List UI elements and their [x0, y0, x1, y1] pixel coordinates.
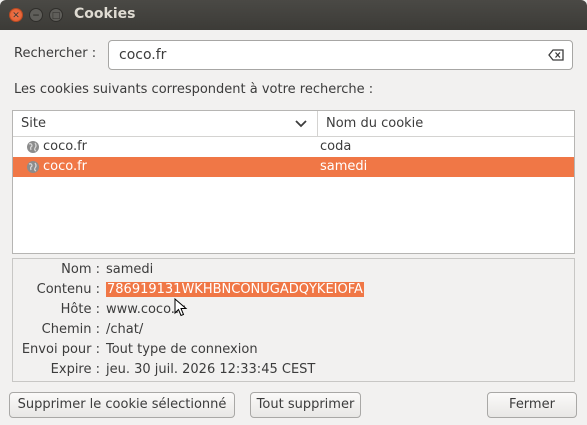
detail-content-label: Contenu : [36, 282, 100, 297]
detail-name-label: Nom : [61, 262, 100, 277]
globe-icon [27, 141, 39, 153]
detail-send-label: Envoi pour : [21, 342, 100, 357]
search-input[interactable]: coco.fr [108, 40, 573, 70]
maximize-window-icon[interactable]: □ [49, 8, 63, 22]
cookie-site: coco.fr [43, 139, 88, 154]
table-row-selected[interactable]: coco.fr samedi [13, 157, 574, 177]
title-bar: ✕ − □ Cookies [0, 0, 587, 30]
detail-expires-label: Expire : [50, 362, 100, 377]
column-header-site[interactable]: Site [21, 116, 46, 131]
table-header: Site Nom du cookie [13, 111, 574, 137]
detail-name-value[interactable]: samedi [106, 262, 153, 277]
cookie-details-panel: Nom : samedi Contenu : 786919131WKHBNCON… [12, 258, 575, 382]
detail-expires-value[interactable]: jeu. 30 juil. 2026 12:33:45 CEST [106, 362, 315, 377]
search-value: coco.fr [119, 47, 167, 63]
remove-all-cookies-button[interactable]: Tout supprimer [250, 392, 361, 418]
column-header-cookie-name[interactable]: Nom du cookie [326, 116, 423, 131]
window-title: Cookies [74, 6, 136, 22]
detail-send-value[interactable]: Tout type de connexion [106, 342, 258, 357]
cookie-name: coda [320, 139, 352, 154]
close-window-icon[interactable]: ✕ [9, 8, 23, 22]
clear-search-icon[interactable] [548, 49, 564, 61]
globe-icon [27, 161, 39, 173]
table-row[interactable]: coco.fr coda [13, 137, 574, 157]
close-button[interactable]: Fermer [487, 392, 577, 418]
detail-host-label: Hôte : [60, 302, 100, 317]
cookie-site: coco.fr [43, 159, 88, 174]
search-label: Rechercher : [14, 46, 97, 61]
results-description: Les cookies suivants correspondent à vot… [14, 82, 374, 97]
minimize-window-icon[interactable]: − [29, 8, 43, 22]
cookie-name: samedi [320, 159, 368, 174]
column-divider [317, 111, 318, 137]
detail-content-value[interactable]: 786919131WKHBNCONUGADQYKEIOFA [106, 282, 364, 297]
mouse-cursor-icon [174, 298, 188, 317]
detail-path-value[interactable]: /chat/ [106, 322, 143, 337]
cookie-table[interactable]: Site Nom du cookie coco.fr coda coco.fr … [12, 110, 575, 254]
chevron-down-icon[interactable] [294, 117, 308, 131]
detail-path-label: Chemin : [41, 322, 100, 337]
remove-selected-cookie-button[interactable]: Supprimer le cookie sélectionné [9, 392, 235, 418]
